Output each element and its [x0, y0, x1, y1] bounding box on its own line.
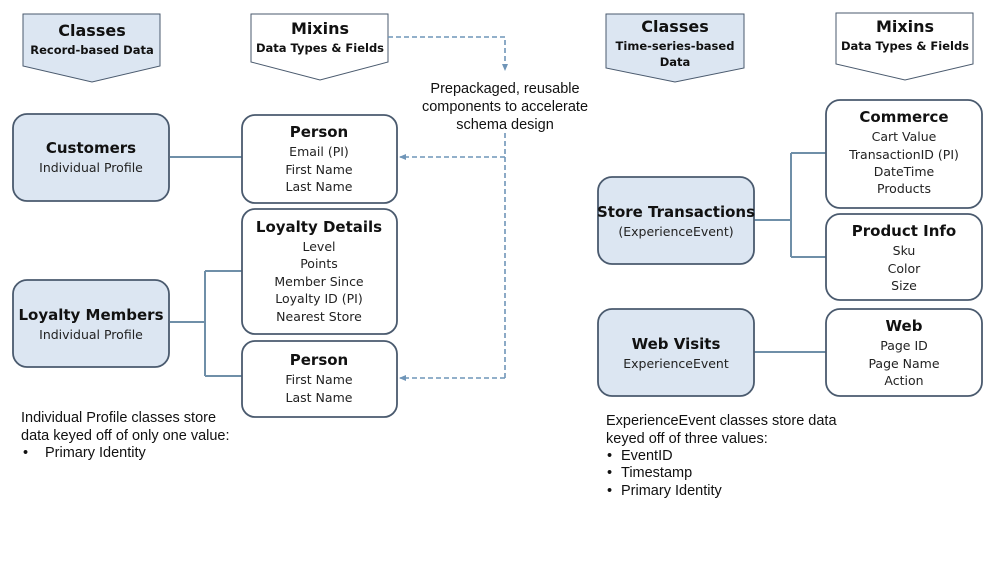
note-line: data keyed off of only one value: — [21, 428, 230, 444]
class-subtitle: ExperienceEvent — [623, 356, 729, 371]
header-subtitle: Data Types & Fields — [256, 41, 384, 55]
class-customers[interactable]: Customers Individual Profile — [12, 113, 170, 202]
header-subtitle-line1: Time-series-based — [616, 39, 735, 53]
mixin-field: First Name — [285, 372, 352, 387]
class-subtitle: (ExperienceEvent) — [618, 224, 733, 239]
callout-line: schema design — [456, 117, 554, 133]
mixin-title: Person — [290, 123, 348, 141]
mixin-field: Email (PI) — [289, 144, 349, 159]
class-subtitle: Individual Profile — [39, 160, 143, 175]
bullet-icon: • — [607, 483, 612, 499]
note-bullet: Primary Identity — [621, 483, 722, 499]
class-subtitle: Individual Profile — [39, 327, 143, 342]
mixin-field: Products — [877, 181, 931, 196]
mixin-product-info[interactable]: Product Info Sku Color Size — [825, 213, 983, 301]
note-bullet: Timestamp — [621, 465, 692, 481]
header-timeseries-classes: Classes Time-series-based Data — [605, 13, 745, 83]
header-title: Mixins — [876, 17, 934, 36]
mixin-commerce[interactable]: Commerce Cart Value TransactionID (PI) D… — [825, 99, 983, 209]
note-bullet: EventID — [621, 448, 673, 464]
mixin-field: TransactionID (PI) — [848, 147, 959, 162]
class-title: Store Transactions — [597, 203, 755, 221]
mixin-field: Page ID — [880, 338, 928, 353]
note-line: ExperienceEvent classes store data — [606, 413, 837, 429]
class-title: Web Visits — [632, 335, 721, 353]
note-line: Individual Profile classes store — [21, 410, 216, 426]
note-experience-event: ExperienceEvent classes store data keyed… — [606, 413, 837, 499]
class-title: Loyalty Members — [18, 306, 163, 324]
header-title: Classes — [641, 17, 708, 36]
mixin-field: Color — [888, 261, 921, 276]
mixin-field: Size — [891, 278, 917, 293]
header-record-mixins: Mixins Data Types & Fields — [250, 13, 389, 81]
mixin-field: Cart Value — [872, 129, 937, 144]
note-bullet: Primary Identity — [45, 445, 146, 461]
callout-text: Prepackaged, reusable components to acce… — [422, 81, 588, 133]
mixin-web[interactable]: Web Page ID Page Name Action — [825, 308, 983, 397]
connector-loyalty-members — [170, 270, 242, 377]
class-store-transactions[interactable]: Store Transactions (ExperienceEvent) — [597, 176, 755, 265]
header-subtitle: Record-based Data — [30, 43, 154, 57]
mixin-field: Points — [300, 256, 338, 271]
mixin-field: Page Name — [868, 356, 939, 371]
mixin-field: Loyalty ID (PI) — [275, 291, 362, 306]
note-line: keyed off of three values: — [606, 431, 768, 447]
mixin-field: Action — [884, 373, 923, 388]
header-subtitle-line2: Data — [660, 55, 691, 69]
callout-line: components to accelerate — [422, 99, 588, 115]
class-web-visits[interactable]: Web Visits ExperienceEvent — [597, 308, 755, 397]
mixin-person-customers[interactable]: Person Email (PI) First Name Last Name — [241, 114, 398, 204]
mixin-title: Person — [290, 351, 348, 369]
class-loyalty-members[interactable]: Loyalty Members Individual Profile — [12, 279, 170, 368]
mixin-loyalty-details[interactable]: Loyalty Details Level Points Member Sinc… — [241, 208, 398, 335]
schema-diagram: Classes Record-based Data Mixins Data Ty… — [12, 12, 983, 499]
mixin-field: Sku — [893, 243, 916, 258]
bullet-icon: • — [23, 445, 28, 461]
mixin-person-loyalty[interactable]: Person First Name Last Name — [241, 340, 398, 418]
class-title: Customers — [46, 139, 136, 157]
callout-line: Prepackaged, reusable — [430, 81, 579, 97]
bullet-icon: • — [607, 465, 612, 481]
mixin-field: Last Name — [286, 179, 353, 194]
mixin-title: Product Info — [852, 222, 957, 240]
mixin-title: Commerce — [859, 108, 948, 126]
mixin-title: Loyalty Details — [256, 218, 382, 236]
header-title: Mixins — [291, 19, 349, 38]
header-timeseries-mixins: Mixins Data Types & Fields — [835, 12, 974, 81]
mixin-title: Web — [886, 317, 923, 335]
mixin-field: Member Since — [274, 274, 364, 289]
header-title: Classes — [58, 21, 125, 40]
mixin-field: DateTime — [874, 164, 935, 179]
header-record-classes: Classes Record-based Data — [22, 13, 161, 83]
connector-store-transactions — [754, 152, 826, 258]
dashed-arrow-to-callout — [388, 36, 508, 71]
mixin-field: Last Name — [286, 390, 353, 405]
header-subtitle: Data Types & Fields — [841, 39, 969, 53]
mixin-field: Level — [303, 239, 336, 254]
mixin-field: Nearest Store — [276, 309, 362, 324]
bullet-icon: • — [607, 448, 612, 464]
mixin-field: First Name — [285, 162, 352, 177]
note-individual-profile: Individual Profile classes store data ke… — [21, 410, 230, 461]
